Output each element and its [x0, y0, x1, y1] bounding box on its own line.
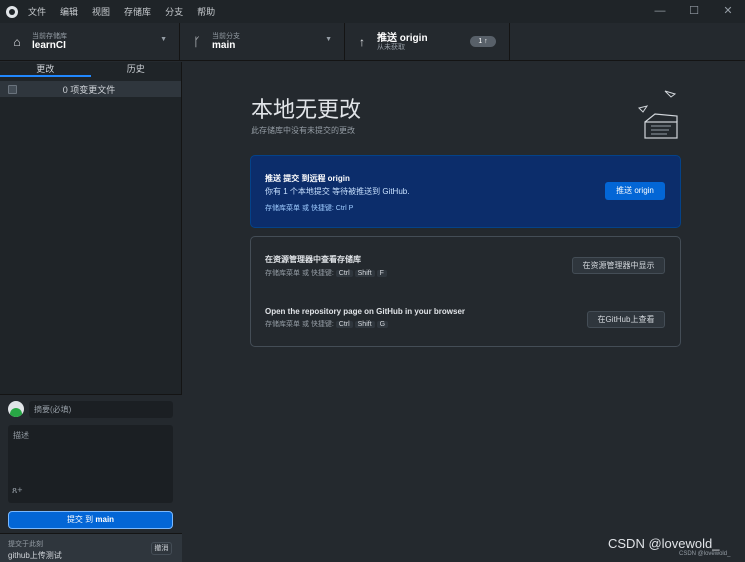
chevron-down-icon: ▼	[325, 36, 332, 43]
view-on-github-button[interactable]: 在GitHub上查看	[587, 311, 665, 328]
push-origin-toolbar-button[interactable]: ↑ 推送 origin 从未获取 1 ↑	[345, 23, 510, 61]
commit-button[interactable]: 提交 到 main	[8, 511, 173, 529]
sidebar-tabs: 更改 历史	[0, 62, 181, 77]
show-in-explorer-button[interactable]: 在资源管理器中显示	[572, 257, 665, 274]
actions-card: 在资源管理器中查看存储库 存储库菜单 或 快捷键: Ctrl Shift F 在…	[250, 236, 681, 347]
push-card-heading: 推送 提交 到远程 origin	[265, 174, 350, 183]
commit-button-prefix: 提交 到	[66, 515, 96, 524]
push-card-description: 你有 1 个本地提交 等待被推送到 GitHub.	[265, 187, 410, 196]
repository-caption: 当前存储库	[32, 32, 67, 40]
window-controls: — ☐ ✕	[643, 0, 745, 23]
undo-button[interactable]: 撤消	[151, 542, 172, 555]
branch-name: main	[212, 40, 236, 52]
select-all-checkbox[interactable]	[8, 84, 17, 94]
watermark-small: CSDN @lovewold_	[679, 551, 731, 557]
minimize-icon[interactable]: —	[643, 0, 677, 23]
arrow-up-icon: ↑	[359, 35, 365, 49]
tab-history[interactable]: 历史	[91, 62, 182, 77]
commit-panel: 摘要(必填) 描述 ጸ+ 提交 到 main 提交于此刻 github上传测试 …	[0, 394, 182, 562]
watermark: CSDN @lovewold_	[608, 536, 720, 551]
maximize-icon[interactable]: ☐	[677, 0, 711, 23]
push-card-shortcut: 存储库菜单 或 快捷键: Ctrl P	[265, 205, 354, 212]
page-title: 本地无更改	[251, 97, 362, 122]
avatar	[8, 401, 24, 417]
key-shift: Shift	[354, 270, 375, 277]
push-origin-button[interactable]: 推送 origin	[605, 182, 665, 200]
github-shortcut-prefix: 存储库菜单 或 快捷键:	[265, 321, 334, 328]
key-shift: Shift	[354, 321, 375, 328]
commit-button-branch: main	[95, 515, 115, 524]
push-title: 推送 origin	[377, 32, 428, 44]
repository-selector[interactable]: ⌂ 当前存储库 learnCI ▼	[0, 23, 180, 61]
github-logo-icon	[6, 5, 18, 18]
description-input[interactable]: 描述	[8, 425, 173, 503]
key-g: G	[376, 321, 389, 328]
close-icon[interactable]: ✕	[711, 0, 745, 23]
summary-input[interactable]: 摘要(必填)	[29, 401, 173, 418]
menu-view[interactable]: 视图	[92, 5, 110, 18]
changes-header: 0 项变更文件	[0, 81, 181, 97]
undo-caption: 提交于此刻	[8, 541, 43, 548]
toolbar: ⌂ 当前存储库 learnCI ▼ ᚴ 当前分支 main ▼ ↑ 推送 ori…	[0, 23, 745, 61]
main-panel: 本地无更改 此存储库中没有未提交的更改 推送 提交 到远程 origin 你有 …	[183, 62, 745, 561]
undo-commit-bar: 提交于此刻 github上传测试 撤消	[0, 533, 182, 562]
tab-changes[interactable]: 更改	[0, 62, 91, 77]
push-card: 推送 提交 到远程 origin 你有 1 个本地提交 等待被推送到 GitHu…	[250, 155, 681, 228]
lock-icon: ⌂	[13, 35, 21, 49]
branch-selector[interactable]: ᚴ 当前分支 main ▼	[180, 23, 345, 61]
menu-help[interactable]: 帮助	[197, 5, 215, 18]
chevron-down-icon: ▼	[160, 36, 167, 43]
menu-edit[interactable]: 编辑	[60, 5, 78, 18]
ahead-count-badge: 1 ↑	[470, 36, 496, 47]
branch-icon: ᚴ	[193, 35, 201, 49]
menu-file[interactable]: 文件	[28, 5, 46, 18]
last-commit-message: github上传测试	[8, 551, 62, 560]
sidebar: 更改 历史 0 项变更文件 摘要(必填) 描述 ጸ+ 提交 到 main 提交于…	[0, 62, 182, 562]
key-ctrl: Ctrl	[335, 321, 353, 328]
menu-repository[interactable]: 存储库	[124, 5, 151, 18]
menu-bar: 文件 编辑 视图 存储库 分支 帮助 — ☐ ✕	[0, 0, 745, 23]
branch-caption: 当前分支	[212, 32, 240, 40]
key-f: F	[376, 270, 387, 277]
push-subtitle: 从未获取	[377, 43, 405, 51]
add-coauthor-icon[interactable]: ጸ+	[12, 485, 23, 496]
explorer-shortcut-prefix: 存储库菜单 或 快捷键:	[265, 270, 334, 277]
changed-files-count: 0 项变更文件	[62, 84, 116, 95]
repository-name: learnCI	[32, 40, 66, 52]
no-changes-illustration-icon	[638, 90, 678, 139]
menu-branch[interactable]: 分支	[165, 5, 183, 18]
key-ctrl: Ctrl	[335, 270, 353, 277]
page-subtitle: 此存储库中没有未提交的更改	[251, 126, 355, 135]
